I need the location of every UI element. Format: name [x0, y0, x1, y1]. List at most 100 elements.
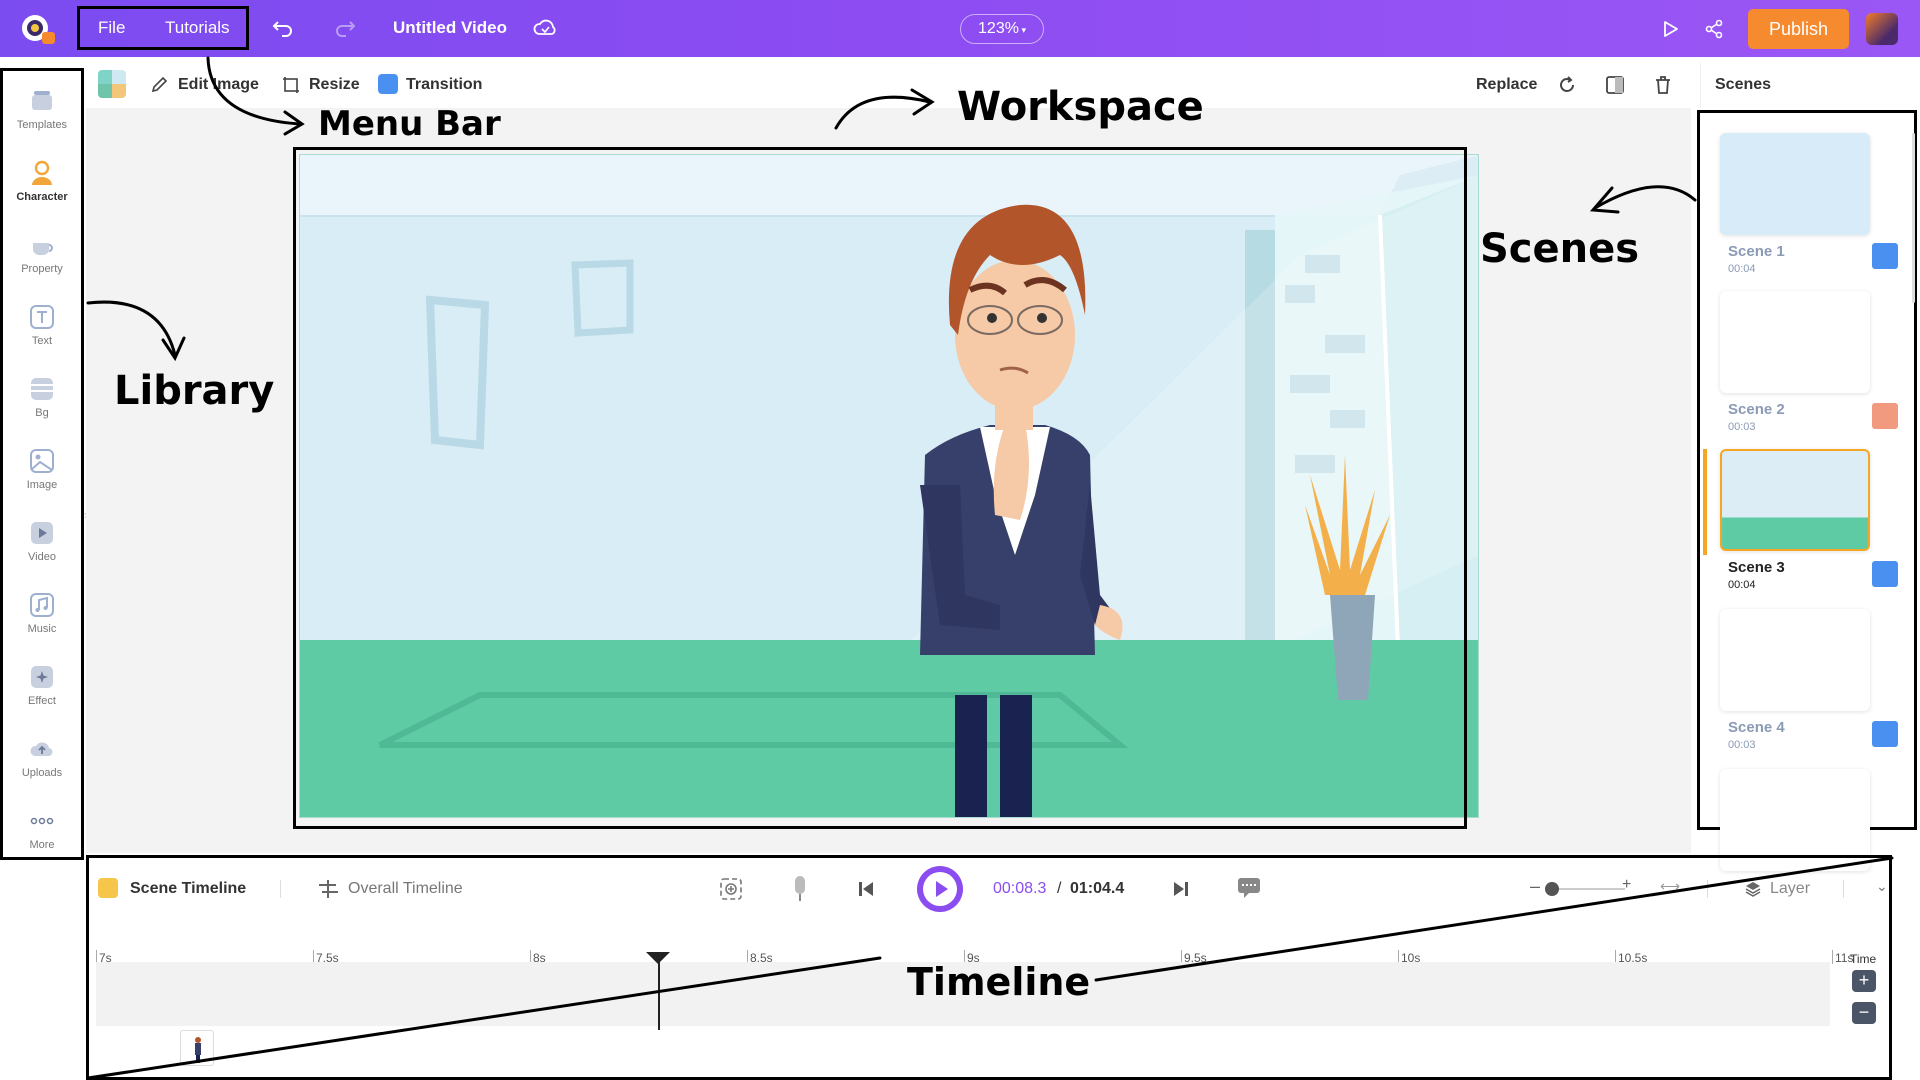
microphone-icon[interactable]: [790, 874, 810, 904]
uploads-icon: [30, 742, 53, 757]
annotation-timeline: Timeline: [907, 960, 1091, 1004]
preview-play-icon[interactable]: [1660, 19, 1680, 39]
play-icon: [923, 872, 957, 906]
time-separator: /: [1057, 880, 1062, 897]
library-item-music[interactable]: Music: [3, 591, 81, 635]
tutorials-menu[interactable]: Tutorials: [165, 18, 230, 38]
publish-button[interactable]: Publish: [1748, 9, 1849, 49]
timeline-zoom-handle[interactable]: [1545, 882, 1559, 896]
library-item-text[interactable]: Text: [3, 303, 81, 347]
scene-duration: 00:03: [1728, 421, 1756, 433]
file-menu[interactable]: File: [98, 18, 125, 38]
redo-icon[interactable]: [334, 18, 356, 38]
scene-thumb-4[interactable]: [1720, 609, 1870, 711]
skip-forward-icon[interactable]: [1171, 879, 1191, 899]
scene-transition-button[interactable]: [1872, 403, 1898, 429]
annotation-menu-bar: Menu Bar: [318, 104, 501, 144]
undo-icon[interactable]: [272, 18, 294, 38]
library-item-character[interactable]: Character: [3, 159, 81, 203]
zoom-level: 123%: [978, 20, 1019, 37]
expand-icon[interactable]: ⟷: [1660, 878, 1680, 895]
annotation-scenes: Scenes: [1480, 226, 1640, 272]
zoom-in-icon[interactable]: +: [1622, 876, 1631, 894]
tab-divider: [280, 880, 281, 898]
video-icon: [31, 522, 53, 544]
annotation-library: Library: [114, 368, 275, 414]
scene-timeline-icon: [98, 878, 118, 898]
library-item-property[interactable]: Property: [3, 231, 81, 275]
library-item-templates[interactable]: Templates: [3, 87, 81, 131]
playhead-line: [658, 962, 660, 1030]
play-button[interactable]: [917, 866, 963, 912]
flip-icon[interactable]: [1604, 74, 1626, 96]
reset-icon[interactable]: [1556, 74, 1578, 96]
total-time: 01:04.4: [1070, 880, 1125, 897]
edit-image-button[interactable]: Edit Image: [178, 76, 259, 94]
image-icon: [30, 449, 54, 473]
templates-icon: [32, 91, 52, 110]
project-title[interactable]: Untitled Video: [393, 18, 507, 38]
skip-back-icon[interactable]: [856, 879, 876, 899]
cloud-save-icon: [533, 19, 556, 35]
library-item-uploads[interactable]: Uploads: [3, 735, 81, 779]
scenes-panel: Scene 1 00:04 Scene 2 00:03 Scene 3 00:0…: [1697, 110, 1917, 871]
logo-icon: [22, 15, 55, 44]
toolbar-divider: [1843, 880, 1844, 898]
scenes-panel-header: Scenes: [1700, 62, 1920, 108]
resize-icon: [283, 77, 299, 93]
scene-transition-button[interactable]: [1872, 243, 1898, 269]
element-toolbar: Edit Image Resize Transition Replace: [86, 62, 1691, 108]
library-item-bg[interactable]: Bg: [3, 375, 81, 419]
time-zoom-in-button[interactable]: +: [1852, 970, 1876, 992]
scene-duration: 00:04: [1728, 263, 1756, 275]
time-label: Time: [1850, 952, 1877, 966]
scene-thumb-2[interactable]: [1720, 291, 1870, 393]
text-icon: [30, 305, 54, 329]
subtitles-icon[interactable]: [1236, 876, 1262, 900]
tab-scene-timeline[interactable]: Scene Timeline: [130, 880, 246, 898]
tab-overall-timeline[interactable]: Overall Timeline: [348, 880, 463, 898]
more-icon: [30, 817, 54, 825]
user-avatar[interactable]: [1866, 13, 1898, 45]
annotation-workspace: Workspace: [957, 84, 1204, 130]
pencil-icon: [151, 76, 168, 93]
time-zoom-out-button[interactable]: −: [1852, 1002, 1876, 1024]
collapse-timeline-icon[interactable]: ⌄: [1876, 878, 1888, 895]
active-scene-indicator: [1703, 449, 1707, 555]
library-item-image[interactable]: Image: [3, 447, 81, 491]
scene-thumb-3[interactable]: [1720, 449, 1870, 551]
character-icon: [32, 160, 52, 185]
chevron-down-icon: ▾: [1018, 25, 1026, 35]
layer-button[interactable]: Layer: [1770, 880, 1810, 898]
library-item-effect[interactable]: Effect: [3, 663, 81, 707]
toolbar-divider: [1707, 880, 1708, 898]
replace-button[interactable]: Replace: [1476, 76, 1537, 94]
current-time: 00:08.3: [993, 880, 1047, 897]
app-logo[interactable]: [18, 12, 58, 46]
scene-duration: 00:04: [1728, 579, 1756, 591]
share-icon[interactable]: [1704, 19, 1724, 39]
music-icon: [30, 593, 54, 617]
ruler-tick: [1832, 950, 1833, 964]
property-icon: [33, 243, 53, 255]
color-swatch[interactable]: [98, 70, 126, 98]
zoom-level-dropdown[interactable]: 123% ▾: [960, 14, 1044, 44]
scene-transition-button[interactable]: [1872, 561, 1898, 587]
library-item-video[interactable]: Video: [3, 519, 81, 563]
scene-duration: 00:03: [1728, 739, 1756, 751]
library-item-more[interactable]: More: [3, 807, 81, 851]
scenes-scrollbar[interactable]: [1912, 133, 1915, 303]
zoom-out-icon[interactable]: –: [1530, 876, 1540, 897]
scene-transition-button[interactable]: [1872, 721, 1898, 747]
scene-name: Scene 1: [1728, 243, 1785, 260]
scene-thumb-1[interactable]: [1720, 133, 1870, 235]
fit-zoom-icon[interactable]: [718, 876, 744, 902]
scene-name: Scene 3: [1728, 559, 1785, 576]
resize-button[interactable]: Resize: [309, 76, 360, 94]
workspace-highlight-box: [293, 147, 1467, 829]
overall-timeline-icon: [319, 880, 338, 898]
character-layer-thumb[interactable]: [180, 1030, 214, 1066]
delete-icon[interactable]: [1652, 74, 1674, 96]
transition-button[interactable]: Transition: [406, 76, 482, 94]
background-icon: [31, 378, 53, 400]
